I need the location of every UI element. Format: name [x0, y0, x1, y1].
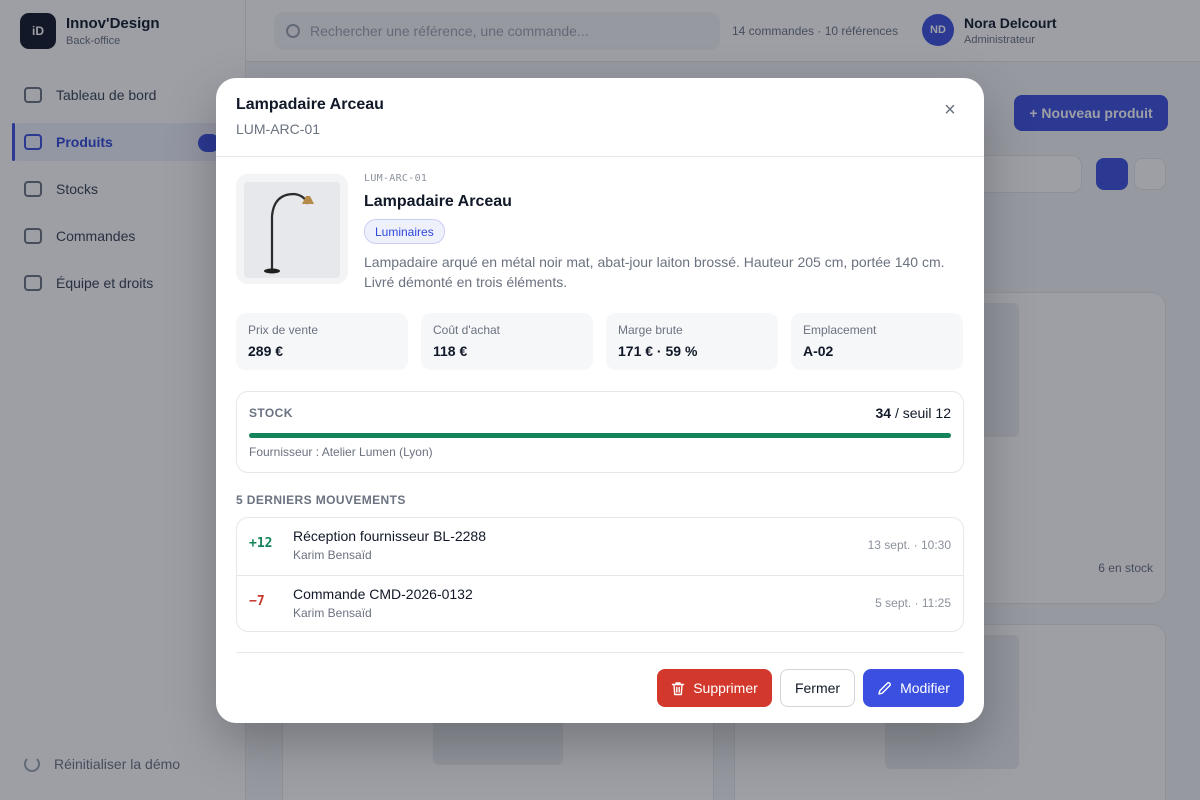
stat-value: 118 €	[433, 343, 468, 359]
movement-title: Réception fournisseur BL-2288	[293, 528, 487, 544]
stock-progress-bar	[249, 433, 951, 438]
stat-value: 171 € · 59 %	[618, 343, 698, 359]
stock-panel: STOCK 34 / seuil 12 Fournisseur : Atelie…	[236, 391, 964, 473]
movement-row: −7 Commande CMD-2026-0132 Karim Bensaïd …	[237, 575, 963, 631]
trash-icon	[672, 681, 685, 695]
movement-title: Commande CMD-2026-0132	[293, 586, 473, 602]
movement-row: +12 Réception fournisseur BL-2288 Karim …	[237, 518, 963, 575]
stat-location: Emplacement A-02	[791, 313, 963, 370]
stat-label: Prix de vente	[248, 323, 319, 337]
product-description: Lampadaire arqué en métal noir mat, abat…	[364, 254, 945, 290]
stock-quantity: 34	[875, 405, 892, 421]
floor-lamp-icon	[264, 192, 314, 274]
category-badge: Luminaires	[364, 219, 445, 244]
modal-title: Lampadaire Arceau	[236, 96, 384, 113]
stock-level: 34 / seuil 12	[875, 405, 951, 421]
footer-divider	[236, 652, 964, 653]
stat-sale-price: Prix de vente 289 €	[236, 313, 408, 370]
stat-value: 289 €	[248, 343, 284, 359]
supplier-text: Fournisseur : Atelier Lumen (Lyon)	[249, 445, 433, 459]
movement-user: Karim Bensaïd	[293, 606, 372, 620]
stat-label: Emplacement	[803, 323, 877, 337]
delete-button[interactable]: Supprimer	[657, 669, 772, 707]
product-code: LUM-ARC-01	[364, 173, 428, 184]
close-button[interactable]: Fermer	[780, 669, 855, 707]
edit-button[interactable]: Modifier	[863, 669, 964, 707]
stat-label: Marge brute	[618, 323, 683, 337]
movement-quantity: −7	[249, 594, 265, 609]
stock-label: STOCK	[249, 406, 293, 420]
pencil-icon	[878, 681, 892, 695]
stock-progress-fill	[249, 433, 951, 438]
modal-header: Lampadaire Arceau LUM-ARC-01 ×	[216, 78, 984, 157]
product-detail-modal: Lampadaire Arceau LUM-ARC-01 × LUM-ARC-0…	[216, 78, 984, 723]
movements-title: 5 DERNIERS MOUVEMENTS	[236, 493, 406, 507]
stat-purchase-cost: Coût d'achat 118 €	[421, 313, 593, 370]
modal-sku: LUM-ARC-01	[236, 121, 321, 137]
stat-gross-margin: Marge brute 171 € · 59 %	[606, 313, 778, 370]
edit-label: Modifier	[900, 680, 950, 696]
product-name: Lampadaire Arceau	[364, 193, 512, 210]
product-thumbnail	[236, 174, 348, 284]
stock-threshold: / seuil 12	[894, 405, 951, 421]
delete-label: Supprimer	[693, 680, 758, 696]
movements-list: +12 Réception fournisseur BL-2288 Karim …	[236, 517, 964, 632]
movement-date: 5 sept. · 11:25	[875, 596, 951, 610]
movement-date: 13 sept. · 10:30	[867, 538, 951, 552]
stat-value: A-02	[803, 343, 834, 359]
movement-user: Karim Bensaïd	[293, 548, 372, 562]
close-icon[interactable]: ×	[938, 98, 962, 122]
movement-quantity: +12	[249, 536, 273, 551]
product-image	[244, 182, 340, 278]
stat-label: Coût d'achat	[433, 323, 501, 337]
